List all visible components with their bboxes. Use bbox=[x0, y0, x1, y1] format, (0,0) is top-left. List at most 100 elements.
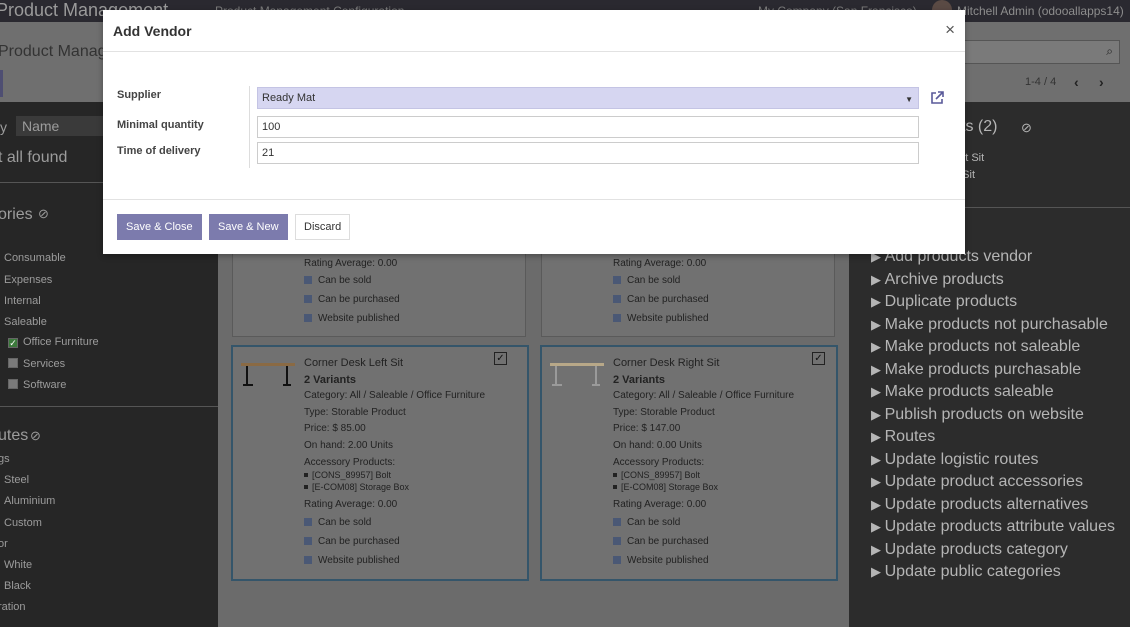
action-item[interactable]: ▶ Make products saleable bbox=[871, 383, 1054, 401]
add-vendor-dialog: Add Vendor × Supplier Minimal quantity T… bbox=[103, 10, 965, 254]
dialog-footer: Save & Close Save & New Discard bbox=[103, 199, 965, 254]
categories-title: ories bbox=[0, 206, 33, 223]
attribute-item[interactable]: Custom bbox=[4, 517, 42, 529]
subcategory-item[interactable]: Services bbox=[8, 358, 65, 370]
checkbox-icon bbox=[613, 276, 621, 284]
type-text: Type: Storable Product bbox=[304, 407, 406, 418]
action-item[interactable]: ▶ Update public categories bbox=[871, 563, 1061, 581]
variants-count: 2 Variants bbox=[613, 374, 665, 386]
checkbox-icon[interactable] bbox=[8, 379, 18, 389]
triangle-right-icon: ▶ bbox=[871, 451, 885, 467]
attribute-item[interactable]: Black bbox=[4, 580, 31, 592]
pager-prev-icon[interactable]: ‹ bbox=[1074, 74, 1079, 90]
save-new-button[interactable]: Save & New bbox=[209, 214, 288, 240]
action-item[interactable]: ▶ Publish products on website bbox=[871, 406, 1084, 424]
category-text: Category: All / Saleable / Office Furnit… bbox=[304, 390, 486, 401]
routes-title: utes bbox=[0, 427, 29, 444]
action-item[interactable]: ▶ Update products attribute values bbox=[871, 518, 1115, 536]
clear-icon[interactable]: ⊘ bbox=[38, 206, 49, 222]
accessory-item: [E-COM08] Storage Box bbox=[304, 482, 409, 492]
select-checkbox-icon[interactable]: ✓ bbox=[812, 352, 825, 365]
pager-next-icon[interactable]: › bbox=[1099, 74, 1104, 90]
product-name[interactable]: Corner Desk Right Sit bbox=[613, 357, 719, 369]
clear-selection-icon[interactable]: ⊘ bbox=[1021, 120, 1032, 136]
action-item[interactable]: ▶ Update logistic routes bbox=[871, 451, 1038, 469]
checkbox-checked-icon[interactable]: ✓ bbox=[8, 338, 18, 348]
action-item[interactable]: ▶ Update product accessories bbox=[871, 473, 1083, 491]
accessory-item: [CONS_89957] Bolt bbox=[304, 470, 391, 480]
dialog-title: Add Vendor bbox=[113, 23, 192, 39]
category-item[interactable]: Expenses bbox=[4, 274, 52, 286]
flag-row: Can be sold bbox=[613, 517, 680, 528]
triangle-right-icon: ▶ bbox=[871, 541, 885, 557]
triangle-right-icon: ▶ bbox=[871, 429, 885, 444]
action-item[interactable]: ▶ Make products not purchasable bbox=[871, 316, 1108, 334]
category-item[interactable]: Consumable bbox=[4, 252, 66, 264]
search-icon[interactable]: ⌕ bbox=[1106, 44, 1113, 59]
category-item[interactable]: Internal bbox=[4, 295, 41, 307]
product-card[interactable]: ✓ Corner Desk Left Sit 2 Variants Catego… bbox=[231, 345, 529, 581]
triangle-right-icon: ▶ bbox=[871, 339, 885, 354]
checkbox-icon[interactable] bbox=[8, 358, 18, 368]
category-item[interactable]: Saleable bbox=[4, 316, 47, 328]
checkbox-icon bbox=[613, 518, 621, 526]
clear-icon[interactable]: ⊘ bbox=[30, 428, 41, 444]
triangle-right-icon: ▶ bbox=[871, 496, 885, 512]
action-item[interactable]: ▶ Make products purchasable bbox=[871, 361, 1081, 379]
accessory-label: Accessory Products: bbox=[613, 457, 705, 468]
all-found-label: t all found bbox=[0, 149, 68, 166]
flag-row: Can be sold bbox=[304, 275, 371, 286]
action-item[interactable]: ▶ Routes bbox=[871, 428, 935, 446]
checkbox-icon bbox=[304, 314, 312, 322]
action-item[interactable]: ▶ Update products category bbox=[871, 541, 1068, 559]
close-icon[interactable]: × bbox=[945, 20, 955, 40]
price-text: Price: $ 85.00 bbox=[304, 423, 366, 434]
discard-button[interactable]: Discard bbox=[295, 214, 351, 240]
checkbox-icon bbox=[304, 537, 312, 545]
checkbox-icon bbox=[613, 295, 621, 303]
supplier-select[interactable]: Ready Mat ▼ bbox=[257, 87, 919, 109]
action-item[interactable]: ▶ Update products alternatives bbox=[871, 496, 1088, 514]
external-link-icon[interactable] bbox=[929, 90, 945, 106]
triangle-right-icon: ▶ bbox=[871, 384, 885, 399]
supplier-label: Supplier bbox=[117, 89, 162, 101]
create-button[interactable] bbox=[0, 70, 3, 97]
action-item[interactable]: ▶ Archive products bbox=[871, 271, 1004, 289]
attribute-item[interactable]: White bbox=[4, 559, 32, 571]
flag-row: Can be sold bbox=[613, 275, 680, 286]
type-text: Type: Storable Product bbox=[613, 407, 715, 418]
onhand-text: On hand: 0.00 Units bbox=[613, 440, 702, 451]
onhand-text: On hand: 2.00 Units bbox=[304, 440, 393, 451]
attribute-item[interactable]: Aluminium bbox=[4, 495, 55, 507]
save-close-button[interactable]: Save & Close bbox=[117, 214, 202, 240]
flag-row: Can be purchased bbox=[613, 536, 709, 547]
action-item[interactable]: ▶ Make products not saleable bbox=[871, 338, 1080, 356]
group-label: gs bbox=[0, 453, 10, 465]
minimal-quantity-input[interactable]: 100 bbox=[257, 116, 919, 138]
triangle-right-icon: ▶ bbox=[871, 271, 885, 287]
search-input[interactable]: ⌕ bbox=[960, 40, 1120, 64]
group-label: or bbox=[0, 538, 8, 550]
flag-row: Website published bbox=[613, 555, 709, 566]
product-name[interactable]: Corner Desk Left Sit bbox=[304, 357, 403, 369]
rating-text: Rating Average: 0.00 bbox=[613, 499, 707, 510]
attribute-item[interactable]: Steel bbox=[4, 474, 29, 486]
product-card[interactable]: ✓ Corner Desk Right Sit 2 Variants Categ… bbox=[540, 345, 838, 581]
product-card[interactable]: Rating Average: 0.00 Can be sold Can be … bbox=[232, 242, 526, 337]
accessory-item: [E-COM08] Storage Box bbox=[613, 482, 718, 492]
triangle-right-icon: ▶ bbox=[871, 564, 885, 579]
subcategory-item[interactable]: Software bbox=[8, 379, 66, 391]
action-item[interactable]: ▶ Duplicate products bbox=[871, 293, 1017, 311]
delivery-time-input[interactable]: 21 bbox=[257, 142, 919, 164]
flag-row: Can be sold bbox=[304, 517, 371, 528]
group-label: ration bbox=[0, 601, 26, 613]
chevron-down-icon[interactable]: ▼ bbox=[905, 95, 913, 104]
product-card[interactable]: Rating Average: 0.00 Can be sold Can be … bbox=[541, 242, 835, 337]
pager-value[interactable]: 1-4 / 4 bbox=[1025, 76, 1056, 88]
user-menu[interactable]: Mitchell Admin (odooallapps14) bbox=[957, 4, 1124, 18]
subcategory-item[interactable]: ✓ Office Furniture bbox=[8, 336, 99, 348]
select-checkbox-icon[interactable]: ✓ bbox=[494, 352, 507, 365]
desk-image bbox=[550, 363, 604, 386]
delivery-time-label: Time of delivery bbox=[117, 145, 201, 157]
triangle-right-icon: ▶ bbox=[871, 316, 885, 332]
